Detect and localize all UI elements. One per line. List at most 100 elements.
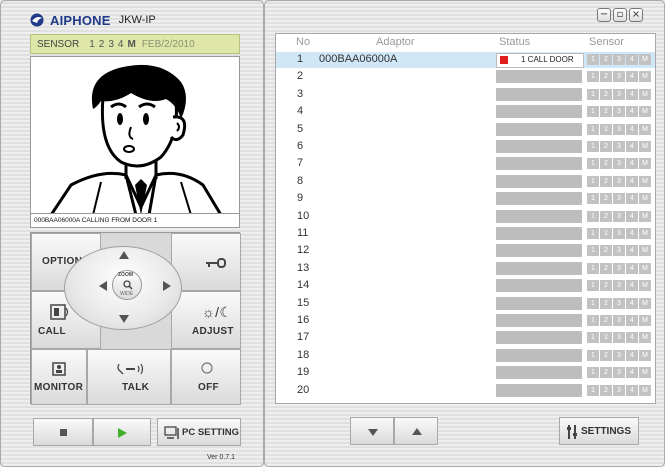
pc-setting-icon <box>164 426 179 439</box>
row-status <box>496 296 582 310</box>
table-row[interactable]: 15 1 2 3 4 M <box>276 296 655 312</box>
arrow-right-icon[interactable] <box>163 281 171 291</box>
sensor-indicator: M <box>639 228 651 239</box>
table-row[interactable]: 11 1 2 3 4 M <box>276 226 655 242</box>
pc-setting-button[interactable]: PC SETTING <box>157 418 241 446</box>
zoom-button[interactable]: ZOOM WIDE <box>112 270 142 300</box>
restore-button[interactable]: ▫ <box>613 8 627 22</box>
adjust-button[interactable]: ☼/☾ ADJUST <box>171 291 241 349</box>
table-row[interactable]: 21234M <box>276 69 655 85</box>
table-row[interactable]: 5 1234M <box>276 122 655 138</box>
sensor-label: SENSOR <box>37 38 80 50</box>
sensor-indicator: 1 <box>587 384 599 396</box>
play-button[interactable] <box>93 418 151 446</box>
sensor-indicator: 1 <box>587 280 599 292</box>
adjust-label: ADJUST <box>192 326 234 337</box>
sensor-indicator: 2 <box>600 141 612 152</box>
sensor-indicator: 3 <box>613 332 625 344</box>
row-status <box>496 314 582 327</box>
table-row[interactable]: 19 1 2 3 4 M <box>276 365 655 381</box>
sensor-indicator: M <box>639 349 651 361</box>
row-sensor-indicators: 1234M <box>587 88 651 100</box>
row-number: 10 <box>297 209 310 222</box>
settings-button[interactable]: SETTINGS <box>559 417 639 445</box>
row-sensor-indicators: 1234M <box>587 54 651 65</box>
sensor-indicator: M <box>639 71 651 83</box>
arrow-left-icon[interactable] <box>99 281 107 291</box>
stop-button[interactable] <box>33 418 93 446</box>
row-number: 12 <box>297 244 310 257</box>
sensor-num-3: 3 <box>108 38 114 50</box>
sensor-indicator: 3 <box>613 349 625 361</box>
table-row[interactable]: 10 1 2 3 4 M <box>276 209 655 225</box>
table-row[interactable]: 7 1234M <box>276 156 655 172</box>
table-row[interactable]: 13 1 2 3 4 M <box>276 261 655 277</box>
header-sensor: Sensor <box>589 36 624 48</box>
sensor-indicator: 3 <box>613 158 625 170</box>
arrow-down-icon[interactable] <box>119 315 129 323</box>
table-row[interactable]: 8 1234M <box>276 174 655 190</box>
arrow-down-icon <box>368 429 378 436</box>
sensor-indicator: 1 <box>587 193 599 205</box>
arrow-up-icon[interactable] <box>119 251 129 259</box>
sensor-indicator: 1 <box>587 349 599 361</box>
table-row[interactable]: 16 1 2 3 4 M <box>276 313 655 329</box>
row-sensor-indicators: 1234M <box>587 175 651 187</box>
version-label: Ver 0.7.1 <box>207 454 236 461</box>
table-row[interactable]: 41234M <box>276 104 655 120</box>
row-sensor-indicators: 1234M <box>587 193 651 205</box>
table-row[interactable]: 17 1 2 3 4 M <box>276 330 655 346</box>
sensor-indicator: M <box>639 315 651 326</box>
sensor-indicator: 4 <box>626 71 638 83</box>
sensor-indicator: 2 <box>600 297 612 309</box>
minimize-button[interactable]: − <box>597 8 611 22</box>
row-status <box>496 105 582 119</box>
row-status <box>496 383 582 397</box>
monitor-button[interactable]: MONITOR <box>31 349 87 405</box>
sensor-indicator: 2 <box>600 54 612 65</box>
table-row[interactable]: 1 000BAA06000A 1 CALL DOOR 1 2 3 4 M <box>276 52 655 68</box>
table-row[interactable]: 18 1 2 3 4 M <box>276 348 655 364</box>
row-number: 7 <box>297 157 304 170</box>
call-status-indicator <box>500 56 508 64</box>
table-row[interactable]: 12 1 2 3 4 M <box>276 243 655 259</box>
row-adaptor: 000BAA06000A <box>319 53 398 65</box>
sensor-indicator: 2 <box>600 106 612 118</box>
sensor-indicator: 4 <box>626 245 638 257</box>
sensor-indicator: 3 <box>613 193 625 205</box>
sensor-indicator: 1 <box>587 297 599 309</box>
row-status <box>496 157 582 171</box>
door-call-icon <box>50 304 69 320</box>
table-row[interactable]: 31234M <box>276 87 655 103</box>
talk-button[interactable]: TALK <box>87 349 171 405</box>
sensor-indicator: 4 <box>626 262 638 274</box>
wide-label: WIDE <box>120 291 134 297</box>
sensor-indicator: 3 <box>613 123 625 135</box>
header-adaptor: Adaptor <box>376 36 415 48</box>
row-sensor-indicators: 1234M <box>587 245 651 257</box>
sensor-indicator: 1 <box>587 106 599 118</box>
close-button[interactable]: × <box>629 8 643 22</box>
sensor-indicator: M <box>639 245 651 257</box>
sensor-indicator: 4 <box>626 280 638 292</box>
sensor-indicator: 1 <box>587 315 599 326</box>
off-button[interactable]: OFF <box>171 349 241 405</box>
key-icon <box>206 258 226 268</box>
table-row[interactable]: 6 1234M <box>276 139 655 155</box>
zoom-icon <box>123 280 133 290</box>
row-number: 2 <box>297 70 304 83</box>
scroll-down-button[interactable] <box>350 417 394 445</box>
sensor-indicator: 4 <box>626 141 638 152</box>
table-row[interactable]: 20 1 2 3 4 M <box>276 383 655 399</box>
sensor-indicator: 2 <box>600 245 612 257</box>
scroll-up-button[interactable] <box>394 417 438 445</box>
sensor-indicator: 3 <box>613 297 625 309</box>
row-status <box>496 348 582 362</box>
sensor-indicator: M <box>639 175 651 187</box>
table-row[interactable]: 14 1 2 3 4 M <box>276 278 655 294</box>
video-caption: 000BAA06000A CALLING FROM DOOR 1 <box>30 214 240 228</box>
table-row[interactable]: 9 1234M <box>276 191 655 207</box>
settings-label: SETTINGS <box>581 426 632 437</box>
sensor-indicator: 2 <box>600 158 612 170</box>
row-status <box>496 87 582 101</box>
